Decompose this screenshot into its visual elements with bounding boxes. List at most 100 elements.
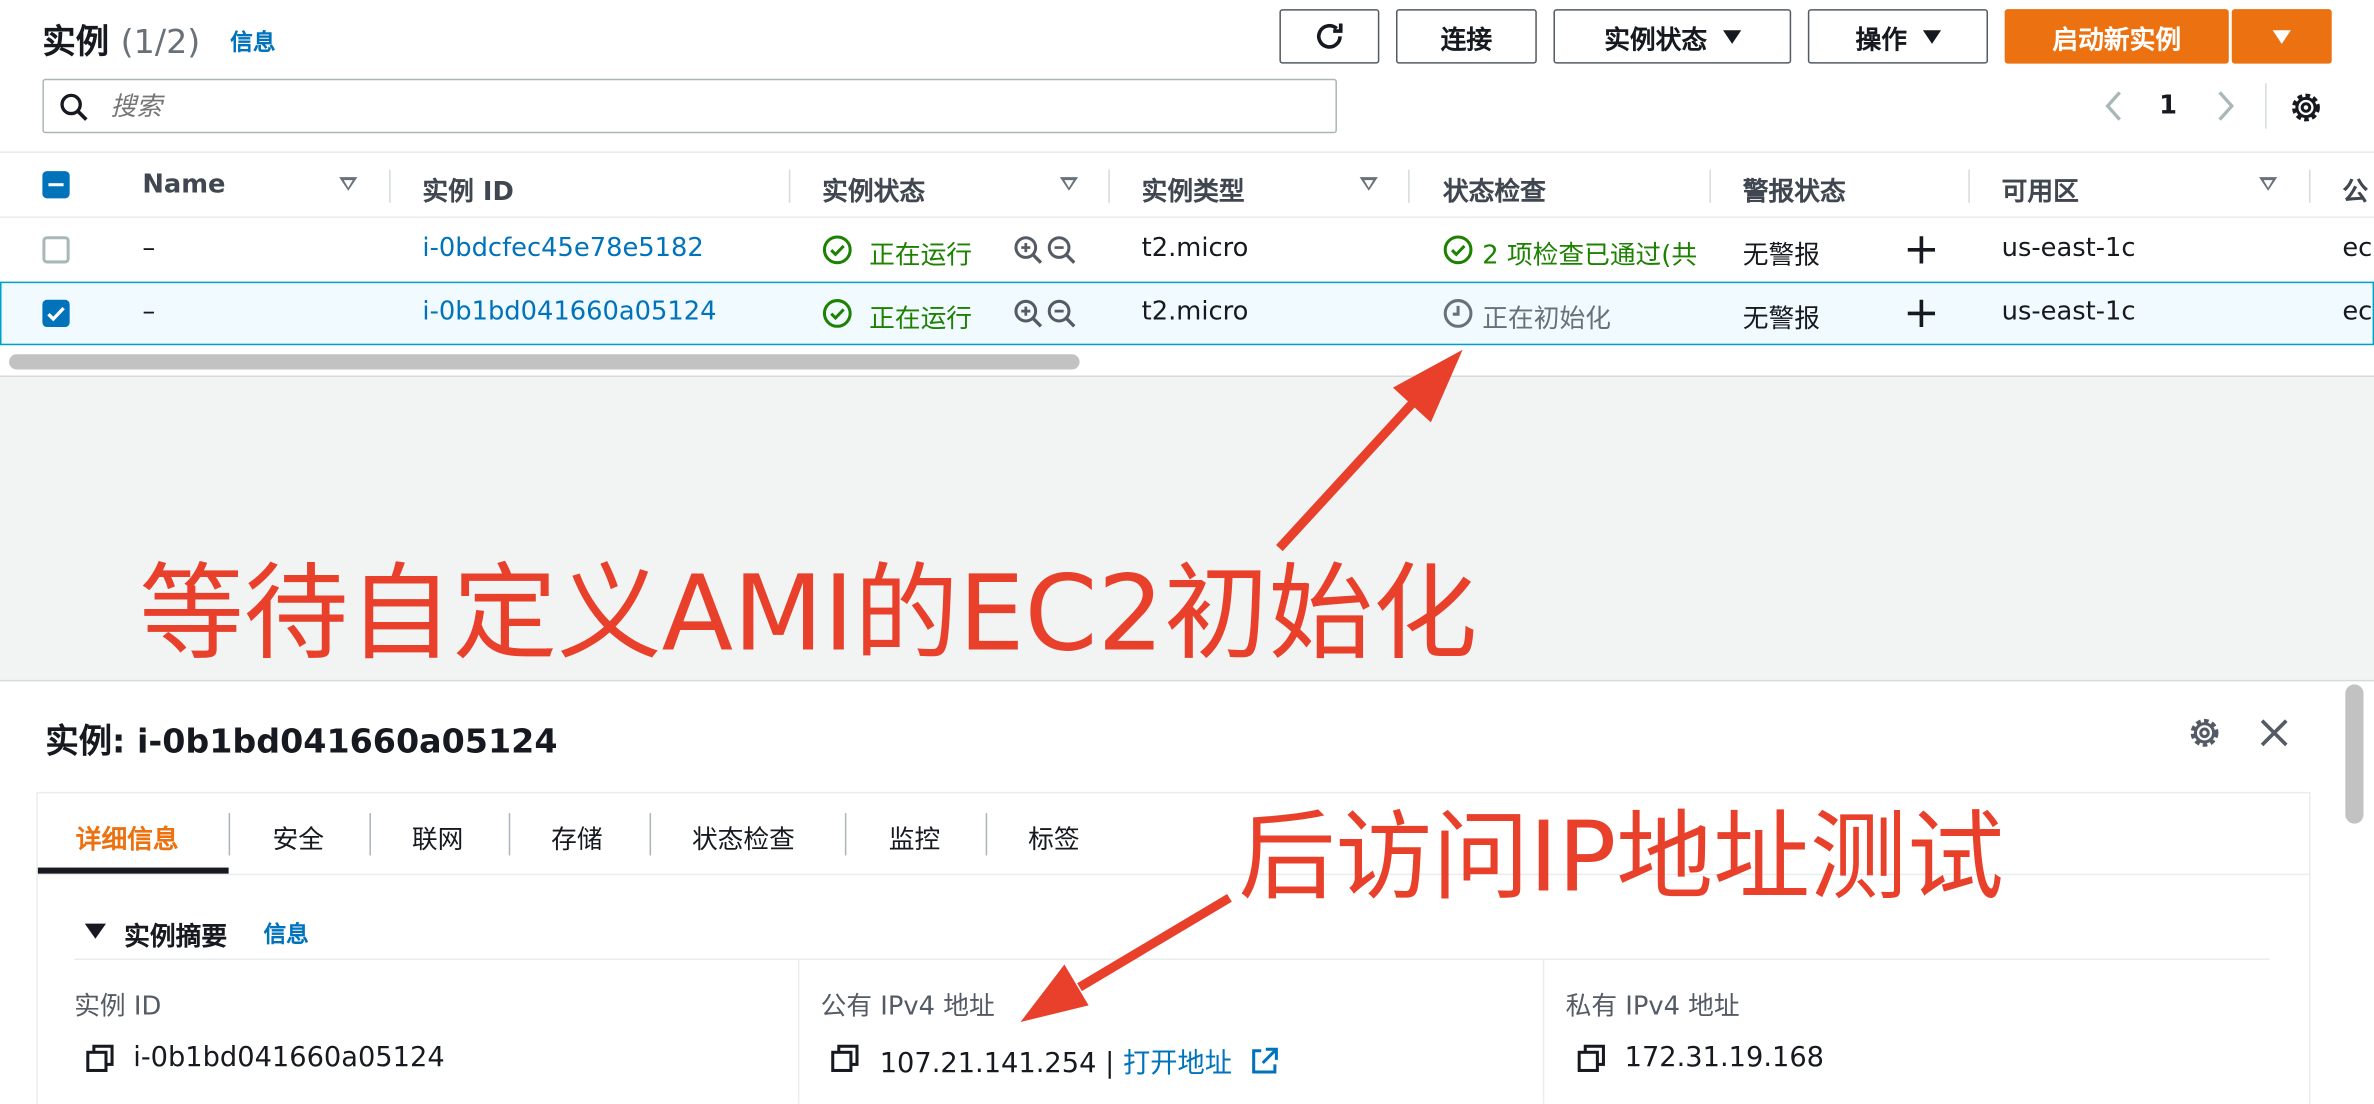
launch-options-dropdown[interactable] xyxy=(2231,9,2332,64)
search-icon xyxy=(60,93,88,121)
status-check-text: 2 项检查已通过(共 xyxy=(1482,240,1698,272)
page-title: 实例 (1/2) xyxy=(42,24,201,63)
column-divider xyxy=(797,959,800,1104)
copy-icon[interactable] xyxy=(830,1043,860,1073)
availability-zone: us-east-1c xyxy=(2001,233,2136,264)
annotation-visit-ip: 后访问IP地址测试 xyxy=(1238,802,2004,915)
caret-down-icon[interactable] xyxy=(84,923,106,939)
tab-status-checks[interactable]: 状态检查 xyxy=(692,818,795,855)
refresh-button[interactable] xyxy=(1279,9,1380,64)
column-divider xyxy=(1108,169,1110,203)
tab-details[interactable]: 详细信息 xyxy=(76,818,179,855)
column-divider xyxy=(1709,169,1711,203)
tab-divider xyxy=(985,813,988,856)
detail-title: 实例: i-0b1bd041660a05124 xyxy=(45,723,558,762)
pagination-divider xyxy=(2265,83,2267,129)
sort-icon[interactable] xyxy=(339,177,358,191)
column-divider xyxy=(1968,169,1970,203)
external-link-icon[interactable] xyxy=(1250,1046,1280,1076)
select-all-checkbox[interactable] xyxy=(42,171,70,199)
selection-count: (1/2) xyxy=(120,24,201,63)
field-label-instance-id: 实例 ID xyxy=(74,991,162,1023)
horizontal-scrollbar-thumb[interactable] xyxy=(9,354,1080,370)
tab-divider xyxy=(844,813,847,856)
column-divider xyxy=(389,169,391,203)
success-icon xyxy=(822,235,852,265)
actions-dropdown[interactable]: 操作 xyxy=(1807,9,1989,64)
instance-state-text: 正在运行 xyxy=(869,304,973,335)
vertical-scrollbar-thumb[interactable] xyxy=(2345,684,2364,824)
caret-down-icon xyxy=(1722,29,1741,44)
instance-name: – xyxy=(142,296,156,328)
chevron-left-icon[interactable] xyxy=(2102,88,2126,124)
summary-info-link[interactable]: 信息 xyxy=(263,918,308,950)
instance-type: t2.micro xyxy=(1141,233,1249,264)
info-link[interactable]: 信息 xyxy=(230,26,275,58)
instance-name: – xyxy=(142,233,156,264)
table-row-selected[interactable]: – i-0b1bd041660a05124 正在运行 t2.micro 正在初始… xyxy=(0,281,2374,346)
public-dns: ec xyxy=(2342,233,2373,264)
zoom-in-out-icon[interactable] xyxy=(1013,235,1077,268)
sort-icon[interactable] xyxy=(1059,177,1079,191)
field-value-instance-id: i-0b1bd041660a05124 xyxy=(133,1041,445,1074)
tab-security[interactable]: 安全 xyxy=(273,818,324,855)
column-header-alarm-status[interactable]: 警报状态 xyxy=(1743,170,1846,207)
sort-icon[interactable] xyxy=(2259,177,2278,191)
plus-icon[interactable] xyxy=(1906,235,1936,265)
actions-label: 操作 xyxy=(1855,24,1908,56)
instance-state-dropdown[interactable]: 实例状态 xyxy=(1553,9,1792,64)
alarm-status: 无警报 xyxy=(1742,240,1820,272)
caret-down-icon xyxy=(1922,29,1941,44)
status-check-cell: 2 项检查已通过(共 xyxy=(1482,233,1711,271)
page-number[interactable]: 1 xyxy=(2159,91,2177,121)
gear-icon[interactable] xyxy=(2186,715,2222,751)
open-address-link[interactable]: 打开地址 xyxy=(1123,1048,1232,1080)
field-value-private-ipv4: 172.31.19.168 xyxy=(1624,1041,1825,1074)
column-header-name[interactable]: Name xyxy=(142,170,225,200)
tab-divider xyxy=(649,813,652,856)
clock-icon xyxy=(1443,299,1473,328)
gear-icon[interactable] xyxy=(2288,89,2324,125)
instance-id-link[interactable]: i-0bdcfec45e78e5182 xyxy=(422,233,703,263)
tab-monitoring[interactable]: 监控 xyxy=(889,818,940,855)
instance-type: t2.micro xyxy=(1141,296,1249,328)
copy-icon[interactable] xyxy=(1576,1043,1606,1073)
sort-icon[interactable] xyxy=(1359,177,1378,191)
tab-tags[interactable]: 标签 xyxy=(1028,818,1079,855)
caret-down-icon xyxy=(2272,29,2291,44)
refresh-icon xyxy=(1317,23,1343,49)
tab-storage[interactable]: 存储 xyxy=(551,818,602,855)
tab-divider xyxy=(508,813,511,856)
column-header-instance-state[interactable]: 实例状态 xyxy=(822,170,925,207)
field-value-public-ipv4-row: 107.21.141.254 | 打开地址 xyxy=(880,1042,1280,1081)
row-checkbox[interactable] xyxy=(42,299,70,328)
column-header-status-check[interactable]: 状态检查 xyxy=(1443,170,1546,207)
column-divider xyxy=(1542,959,1545,1104)
column-header-public-dns[interactable]: 公 xyxy=(2342,170,2368,207)
tab-divider xyxy=(369,813,371,856)
copy-icon[interactable] xyxy=(85,1043,115,1073)
launch-instance-button[interactable]: 启动新实例 xyxy=(2004,9,2229,64)
summary-title[interactable]: 实例摘要 xyxy=(124,915,227,952)
annotation-wait-init: 等待自定义AMI的EC2初始化 xyxy=(139,554,1478,676)
column-header-instance-type[interactable]: 实例类型 xyxy=(1142,170,1245,207)
search-box[interactable] xyxy=(42,78,1337,134)
chevron-right-icon[interactable] xyxy=(2214,88,2238,124)
status-check-text: 正在初始化 xyxy=(1482,304,1612,335)
active-tab-indicator xyxy=(37,867,229,874)
plus-icon[interactable] xyxy=(1906,298,1936,328)
instance-id-link[interactable]: i-0b1bd041660a05124 xyxy=(422,297,716,327)
tab-networking[interactable]: 联网 xyxy=(412,818,463,855)
connect-button[interactable]: 连接 xyxy=(1396,9,1537,64)
row-checkbox[interactable] xyxy=(42,236,70,264)
availability-zone: us-east-1c xyxy=(2001,296,2136,328)
close-icon[interactable] xyxy=(2258,716,2291,749)
column-divider xyxy=(1408,169,1410,203)
search-input[interactable] xyxy=(107,86,1310,129)
table-row[interactable]: – i-0bdcfec45e78e5182 正在运行 t2.micro 2 项检… xyxy=(0,218,2374,282)
column-header-instance-id[interactable]: 实例 ID xyxy=(422,170,513,207)
ec2-console: 实例 (1/2) 信息 连接 实例状态 操作 启动新实例 1 Name 实例 I… xyxy=(0,0,2374,1104)
zoom-in-out-icon[interactable] xyxy=(1013,298,1077,331)
column-header-availability-zone[interactable]: 可用区 xyxy=(2002,170,2079,207)
success-icon xyxy=(1443,235,1473,265)
